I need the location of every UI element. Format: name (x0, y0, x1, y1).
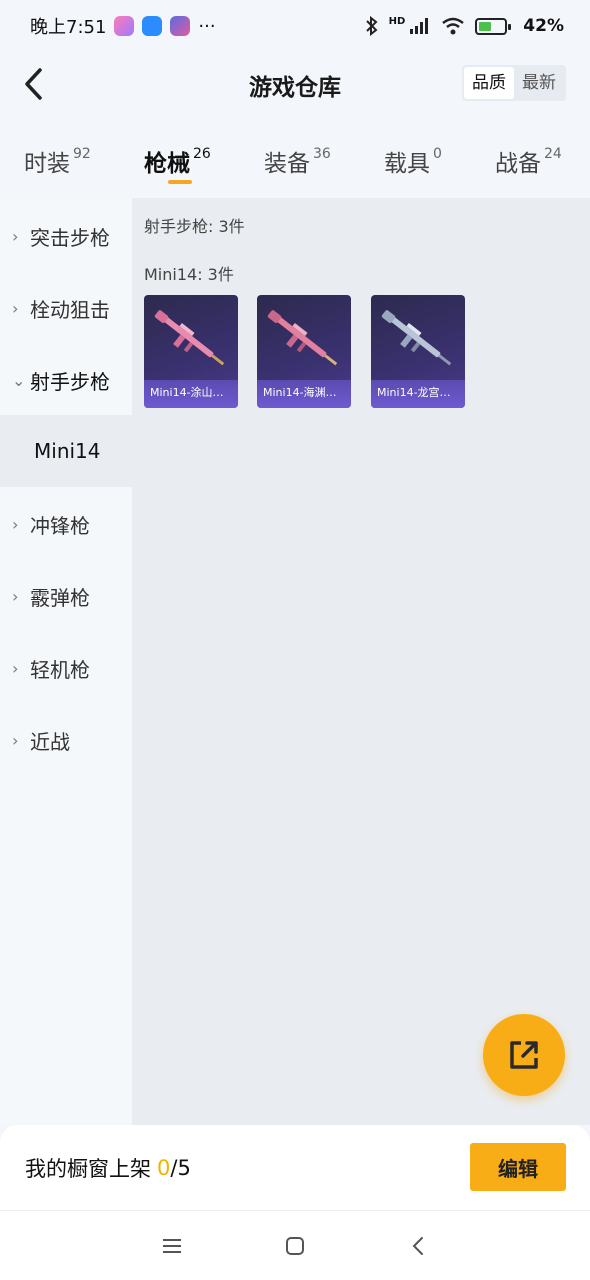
tab-count: 36 (313, 146, 331, 162)
system-nav-bar (0, 1210, 590, 1280)
header: 游戏仓库 品质 最新 (0, 52, 590, 118)
showcase-bar: 我的橱窗上架 0 /5 编辑 (0, 1125, 590, 1210)
sidebar-item-lmg[interactable]: › 轻机枪 (0, 632, 132, 704)
item-name: Mini14-海渊… (263, 386, 337, 399)
chevron-right-icon: › (12, 514, 19, 534)
sidebar-item-label: 突击步枪 (30, 225, 110, 250)
sidebar-item-label: 射手步枪 (30, 369, 110, 394)
item-name: Mini14-涂山… (150, 386, 224, 399)
sidebar-item-assault-rifle[interactable]: › 突击步枪 (0, 200, 132, 272)
sidebar-item-label: 轻机枪 (30, 657, 90, 682)
chevron-down-icon: ⌄ (12, 370, 26, 390)
tab-label: 枪械 (144, 151, 190, 177)
bluetooth-icon (365, 16, 378, 36)
rifle-icon (381, 310, 452, 366)
showcase-total: /5 (170, 1155, 191, 1180)
battery-percent: 42% (523, 16, 564, 36)
menu-icon (162, 1238, 181, 1253)
tab-count: 26 (193, 146, 211, 162)
edit-button[interactable]: 编辑 (470, 1143, 566, 1191)
sort-toggle: 品质 最新 (462, 65, 566, 101)
showcase-label: 我的橱窗上架 (25, 1156, 151, 1181)
sidebar-item-label: 霰弹枪 (30, 585, 90, 610)
tab-label: 载具 (384, 151, 430, 177)
tab-label: 战备 (495, 151, 541, 177)
game-notification-icon (170, 16, 191, 36)
sidebar-subitem-mini14[interactable]: Mini14 (0, 415, 132, 487)
rifle-icon (154, 310, 225, 366)
chevron-right-icon: › (12, 730, 19, 750)
weapon-type-sidebar: › 突击步枪 › 栓动狙击 ⌄ 射手步枪 Mini14 › 冲锋枪 › 霰弹枪 … (0, 198, 132, 1125)
back-button[interactable] (14, 64, 54, 104)
home-nav-button[interactable] (275, 1226, 315, 1266)
chevron-left-icon (412, 1236, 424, 1255)
home-square-icon (285, 1236, 304, 1255)
back-arrow-icon (25, 68, 42, 100)
sidebar-item-shotgun[interactable]: › 霰弹枪 (0, 560, 132, 632)
tab-equipment[interactable]: 装备 36 (264, 144, 331, 178)
more-notifications-icon: ··· (198, 15, 216, 37)
tab-label: 装备 (264, 151, 310, 177)
category-tabs: 时装 92 枪械 26 装备 36 载具 0 战备 24 (0, 130, 590, 198)
status-bar: 晚上7:51 ··· HD 42% (0, 0, 590, 52)
external-link-icon (510, 1041, 538, 1069)
tab-count: 92 (73, 146, 91, 162)
tab-count: 24 (544, 146, 562, 162)
menu-nav-button[interactable] (152, 1226, 192, 1266)
sidebar-item-smg[interactable]: › 冲锋枪 (0, 488, 132, 560)
sidebar-item-label: 近战 (30, 729, 70, 754)
tab-guns[interactable]: 枪械 26 (144, 144, 211, 178)
tab-supplies[interactable]: 战备 24 (495, 144, 562, 178)
battery-icon (475, 17, 512, 35)
page-title: 游戏仓库 (249, 75, 341, 101)
tab-label: 时装 (24, 151, 70, 177)
item-card[interactable]: Mini14-海渊… (257, 295, 351, 408)
chevron-right-icon: › (12, 658, 19, 678)
tab-fashion[interactable]: 时装 92 (24, 144, 91, 178)
chat-notification-icon (142, 16, 163, 36)
subgroup-count-title: Mini14: 3件 (144, 265, 234, 284)
item-grid-panel: 射手步枪: 3件 Mini14: 3件 Mini14-涂山… Mini14-海渊… (132, 198, 590, 1125)
wifi-icon (442, 17, 465, 35)
sidebar-item-marksman-rifle[interactable]: ⌄ 射手步枪 (0, 344, 132, 416)
network-type: HD (388, 15, 406, 27)
sidebar-item-melee[interactable]: › 近战 (0, 704, 132, 776)
sort-option-quality[interactable]: 品质 (464, 67, 514, 99)
sidebar-item-label: 冲锋枪 (30, 513, 90, 538)
item-card[interactable]: Mini14-涂山… (144, 295, 238, 408)
app-notification-icon (114, 16, 135, 36)
sidebar-item-bolt-sniper[interactable]: › 栓动狙击 (0, 272, 132, 344)
status-time: 晚上7:51 (30, 17, 107, 38)
rifle-icon (267, 310, 338, 366)
showcase-count: 0 (157, 1155, 171, 1180)
tab-vehicles[interactable]: 载具 0 (384, 144, 442, 178)
sort-option-latest[interactable]: 最新 (514, 67, 564, 99)
chevron-right-icon: › (12, 226, 19, 246)
item-card[interactable]: Mini14-龙宫… (371, 295, 465, 408)
category-count-title: 射手步枪: 3件 (144, 217, 245, 236)
chevron-right-icon: › (12, 586, 19, 606)
chevron-right-icon: › (12, 298, 19, 318)
sidebar-item-label: 栓动狙击 (30, 297, 110, 322)
signal-icon (410, 18, 429, 34)
back-nav-button[interactable] (398, 1226, 438, 1266)
share-floating-button[interactable] (483, 1014, 565, 1096)
item-name: Mini14-龙宫… (377, 386, 451, 399)
tab-count: 0 (433, 146, 442, 162)
active-tab-indicator (168, 180, 192, 184)
